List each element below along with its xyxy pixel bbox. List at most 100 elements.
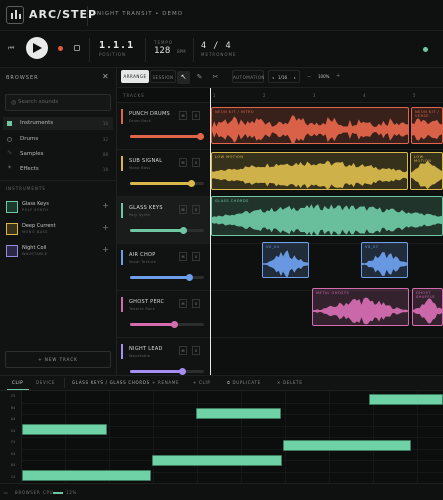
duplicate-button[interactable]: ⧉ DUPLICATE [227,380,261,385]
position-display: 1.1.1 [99,40,135,51]
volume-knob[interactable] [197,133,204,140]
track-header[interactable]: GHOST PERC Texture Rack M S [117,291,210,338]
volume-slider[interactable] [130,133,204,140]
solo-button[interactable]: S [192,111,200,120]
instrument-name: Glass Keys [22,201,49,207]
timeline-ruler[interactable] [210,88,443,103]
volume-fill [130,182,191,185]
track-header[interactable]: SUB SIGNAL Mono Bass M S [117,150,210,197]
volume-knob[interactable] [180,227,187,234]
mute-button[interactable]: M [179,205,187,214]
meter-value[interactable]: 4 / 4 [201,41,232,51]
close-icon[interactable]: ✕ [102,72,109,81]
volume-fill [130,229,183,232]
arrangement-clip[interactable]: GLASS CHORDS [211,196,443,236]
pointer-tool-icon[interactable]: ↖ [177,71,190,84]
arrangement-clip[interactable]: VX_07 [361,242,408,278]
grid-decrease-icon[interactable]: ◂ [272,75,274,80]
track-name: AIR CHOP [129,252,156,258]
volume-knob[interactable] [171,321,178,328]
midi-note[interactable] [152,455,282,466]
grid-increase-icon[interactable]: ▸ [294,75,296,80]
rename-button[interactable]: + RENAME [152,380,179,385]
category-samples[interactable]: ∿ Samples 88 [3,148,113,161]
new-track-button[interactable]: + NEW TRACK [5,351,111,368]
track-header[interactable]: GLASS KEYS Poly Synth M S [117,197,210,244]
add-icon[interactable]: + [102,201,109,210]
mute-button[interactable]: M [179,346,187,355]
arrangement-clip[interactable]: NEON KIT / VERSE [411,107,443,144]
clip-label: VX_04 [266,245,280,249]
mute-button[interactable]: M [179,158,187,167]
category-label: Samples [20,151,44,157]
category-drums[interactable]: Drums 32 [3,133,113,146]
track-device: Texture Rack [129,307,155,311]
play-button[interactable] [26,37,48,59]
solo-button[interactable]: S [192,346,200,355]
volume-slider[interactable] [130,180,204,187]
midi-note[interactable] [22,424,107,435]
zoom-in-icon[interactable]: + [336,73,340,79]
track-lane[interactable] [210,244,443,291]
mute-button[interactable]: M [179,252,187,261]
volume-knob[interactable] [186,274,193,281]
volume-slider[interactable] [130,274,204,281]
solo-button[interactable]: S [192,158,200,167]
drums-icon [7,137,12,142]
scissors-tool-icon[interactable]: ✂ [209,71,222,84]
bar-number: 2 [263,93,266,98]
midi-note[interactable] [283,440,411,451]
instrument-item[interactable]: Night Coil WAVETABLE + [6,243,112,261]
volume-slider[interactable] [130,368,204,375]
arrangement-clip[interactable]: METAL GHOSTS [312,288,409,326]
instrument-item[interactable]: Glass Keys POLY SYNTH + [6,199,112,217]
session-tab[interactable]: SESSION [150,70,176,83]
volume-fill [130,323,174,326]
tab-device[interactable]: DEVICE [36,380,55,385]
midi-note[interactable] [22,470,151,481]
arrangement-clip[interactable]: NEON KIT / INTRO [211,107,409,144]
record-button[interactable] [58,46,63,51]
arrangement-clip[interactable]: VX_04 [262,242,309,278]
mute-button[interactable]: M [179,299,187,308]
grid-select[interactable]: ◂ 1/16 ▸ [268,70,300,83]
arrangement-clip[interactable]: GHOST SHUFFLE [412,288,443,326]
browser-title: BROWSER [6,75,39,81]
bar-number: 3 [313,93,316,98]
tab-clip[interactable]: CLIP [12,380,23,385]
volume-knob[interactable] [179,368,186,375]
browser-toggle[interactable]: BROWSER [15,490,40,495]
piano-row-line [22,437,443,438]
volume-slider[interactable] [130,321,204,328]
playhead[interactable] [210,88,211,375]
pencil-tool-icon[interactable]: ✎ [193,71,206,84]
tempo-value[interactable]: 128 [154,46,170,56]
zoom-out-icon[interactable]: − [307,74,311,80]
solo-button[interactable]: S [192,252,200,261]
category-instruments[interactable]: Instruments 10 [3,117,113,130]
midi-note[interactable] [369,394,443,405]
arrange-tab[interactable]: ARRANGE [121,70,149,83]
solo-button[interactable]: S [192,205,200,214]
mute-button[interactable]: M [179,111,187,120]
new-clip-button[interactable]: + CLIP [193,380,210,385]
samples-icon: ∿ [7,149,13,156]
solo-button[interactable]: S [192,299,200,308]
instrument-item[interactable]: Deep Current MONO BASS + [6,221,112,239]
add-icon[interactable]: + [102,245,109,254]
volume-knob[interactable] [188,180,195,187]
track-header[interactable]: PUNCH DRUMS Drum Rack M S [117,103,210,150]
delete-button[interactable]: ✕ DELETE [277,380,303,385]
arrangement-clip[interactable]: LOW MOTION [410,152,443,190]
track-header[interactable]: AIR CHOP Vocal Texture M S [117,244,210,291]
arrangement-clip[interactable]: LOW MOTION [211,152,408,190]
automation-button[interactable]: AUTOMATION [232,70,264,83]
skip-back-icon[interactable]: ⏮ [8,44,14,53]
panel-toggle-icon[interactable]: ▭ [4,490,8,495]
midi-note[interactable] [196,408,281,419]
category-effects[interactable]: ✦ Effects 18 [3,163,113,176]
bar-number: 5 [413,93,416,98]
stop-icon[interactable] [74,45,80,51]
volume-slider[interactable] [130,227,204,234]
add-icon[interactable]: + [102,223,109,232]
